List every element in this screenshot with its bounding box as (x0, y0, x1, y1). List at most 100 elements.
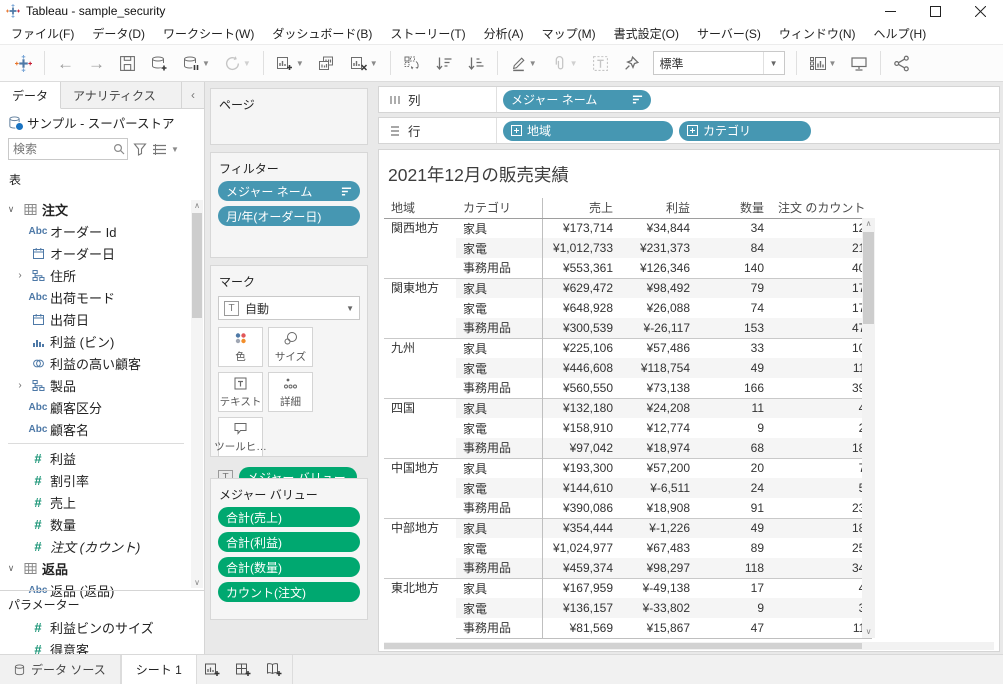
value-cell[interactable]: ¥648,928 (542, 298, 620, 318)
search-field[interactable] (9, 142, 113, 156)
value-cell[interactable]: ¥553,361 (542, 258, 620, 278)
column-header[interactable]: 売上 (542, 198, 620, 218)
category-cell[interactable]: 家電 (456, 358, 542, 378)
value-cell[interactable]: ¥15,867 (620, 618, 697, 638)
new-worksheet-icon[interactable] (197, 655, 228, 684)
scroll-down-icon[interactable]: ∨ (862, 626, 875, 638)
value-cell[interactable]: 118 (697, 558, 771, 578)
category-cell[interactable]: 家具 (456, 398, 542, 418)
value-cell[interactable]: ¥354,444 (542, 518, 620, 538)
value-cell[interactable]: ¥118,754 (620, 358, 697, 378)
value-cell[interactable]: ¥57,486 (620, 338, 697, 358)
menu-item[interactable]: ワークシート(W) (154, 25, 263, 42)
scrollbar-thumb[interactable] (863, 232, 874, 324)
value-cell[interactable]: 4 (771, 398, 872, 418)
field-item[interactable]: #利益 (0, 447, 192, 469)
value-cell[interactable]: ¥-1,226 (620, 518, 697, 538)
mark-type-dropdown[interactable]: T 自動 ▼ (218, 296, 360, 320)
value-cell[interactable]: 7 (771, 458, 872, 478)
value-cell[interactable]: ¥81,569 (542, 618, 620, 638)
measure-value-pill[interactable]: 合計(利益) (218, 532, 360, 552)
value-cell[interactable]: 20 (697, 458, 771, 478)
value-cell[interactable]: 49 (697, 358, 771, 378)
value-cell[interactable]: 40 (771, 258, 872, 278)
value-cell[interactable]: ¥390,086 (542, 498, 620, 518)
region-cell[interactable]: 関西地方 (384, 218, 456, 278)
chevron-down-icon[interactable]: ∨ (4, 563, 18, 574)
field-item[interactable]: 出荷日 (0, 308, 192, 330)
chevron-down-icon[interactable]: ∨ (4, 204, 18, 215)
value-cell[interactable]: ¥67,483 (620, 538, 697, 558)
value-cell[interactable]: ¥-33,802 (620, 598, 697, 618)
mark-button-color[interactable]: 色 (218, 327, 263, 367)
value-cell[interactable]: ¥-26,117 (620, 318, 697, 338)
scrollbar-thumb[interactable] (384, 643, 862, 649)
field-item[interactable]: オーダー日 (0, 242, 192, 264)
columns-shelf-pill[interactable]: メジャー ネーム (503, 90, 651, 110)
mark-button-text[interactable]: テキスト (218, 372, 263, 412)
value-cell[interactable]: ¥459,374 (542, 558, 620, 578)
menu-item[interactable]: マップ(M) (533, 25, 605, 42)
value-cell[interactable]: 25 (771, 538, 872, 558)
value-cell[interactable]: 11 (697, 398, 771, 418)
data-pane-scrollbar[interactable]: ∧ ∨ (191, 200, 203, 588)
value-cell[interactable]: ¥57,200 (620, 458, 697, 478)
value-cell[interactable]: ¥-6,511 (620, 478, 697, 498)
field-item[interactable]: #注文 (カウント) (0, 535, 192, 557)
category-cell[interactable]: 家電 (456, 238, 542, 258)
value-cell[interactable]: 166 (697, 378, 771, 398)
rows-shelf-pill[interactable]: 地域 (503, 121, 673, 141)
filter-pill[interactable]: 月/年(オーダー日) (218, 206, 360, 226)
value-cell[interactable]: 140 (697, 258, 771, 278)
value-cell[interactable]: ¥158,910 (542, 418, 620, 438)
collapse-pane-icon[interactable]: ‹ (182, 82, 204, 108)
field-item[interactable]: #利益ビンのサイズ (0, 616, 192, 638)
field-item[interactable]: 利益の高い顧客 (0, 352, 192, 374)
menu-item[interactable]: ファイル(F) (2, 25, 83, 42)
field-item[interactable]: 利益 (ビン) (0, 330, 192, 352)
category-cell[interactable]: 家電 (456, 598, 542, 618)
scroll-down-icon[interactable]: ∨ (191, 577, 203, 588)
value-cell[interactable]: 11 (771, 358, 872, 378)
category-cell[interactable]: 家具 (456, 458, 542, 478)
scrollbar-thumb[interactable] (192, 213, 202, 318)
category-cell[interactable]: 家具 (456, 578, 542, 598)
forward-icon[interactable]: → (81, 49, 112, 77)
menu-item[interactable]: ウィンドウ(N) (770, 25, 865, 42)
filters-card[interactable]: フィルター メジャー ネーム月/年(オーダー日) (210, 152, 368, 258)
vertical-scrollbar[interactable]: ∧ ∨ (862, 218, 875, 638)
expander-icon[interactable]: › (14, 270, 26, 281)
value-cell[interactable]: 47 (771, 318, 872, 338)
value-cell[interactable]: ¥24,208 (620, 398, 697, 418)
value-cell[interactable]: ¥1,024,977 (542, 538, 620, 558)
value-cell[interactable]: ¥231,373 (620, 238, 697, 258)
value-cell[interactable]: 17 (771, 298, 872, 318)
value-cell[interactable]: 153 (697, 318, 771, 338)
pause-auto-updates-icon[interactable]: ▼ (175, 49, 217, 77)
region-cell[interactable]: 四国 (384, 398, 456, 458)
value-cell[interactable]: ¥167,959 (542, 578, 620, 598)
field-item[interactable]: #割引率 (0, 469, 192, 491)
value-cell[interactable]: ¥18,908 (620, 498, 697, 518)
filter-fields-icon[interactable] (133, 142, 147, 156)
view-options-icon[interactable]: ▼ (152, 143, 179, 156)
new-dashboard-icon[interactable] (228, 655, 259, 684)
value-cell[interactable]: 74 (697, 298, 771, 318)
category-cell[interactable]: 事務用品 (456, 318, 542, 338)
value-cell[interactable]: ¥132,180 (542, 398, 620, 418)
back-icon[interactable]: ← (50, 49, 81, 77)
measure-values-card[interactable]: メジャー バリュー 合計(売上)合計(利益)合計(数量)カウント(注文) (210, 478, 368, 620)
highlight-icon[interactable]: ▼ (503, 49, 544, 77)
menu-item[interactable]: データ(D) (83, 25, 154, 42)
value-cell[interactable]: 21 (771, 238, 872, 258)
show-hide-cards-icon[interactable]: ▼ (802, 49, 844, 77)
value-cell[interactable]: ¥98,492 (620, 278, 697, 298)
value-cell[interactable]: ¥136,157 (542, 598, 620, 618)
category-cell[interactable]: 事務用品 (456, 618, 542, 638)
value-cell[interactable]: 3 (771, 598, 872, 618)
value-cell[interactable]: ¥26,088 (620, 298, 697, 318)
value-cell[interactable]: ¥1,012,733 (542, 238, 620, 258)
swap-rows-columns-icon[interactable] (396, 49, 428, 77)
value-cell[interactable]: 91 (697, 498, 771, 518)
value-cell[interactable]: ¥173,714 (542, 218, 620, 238)
